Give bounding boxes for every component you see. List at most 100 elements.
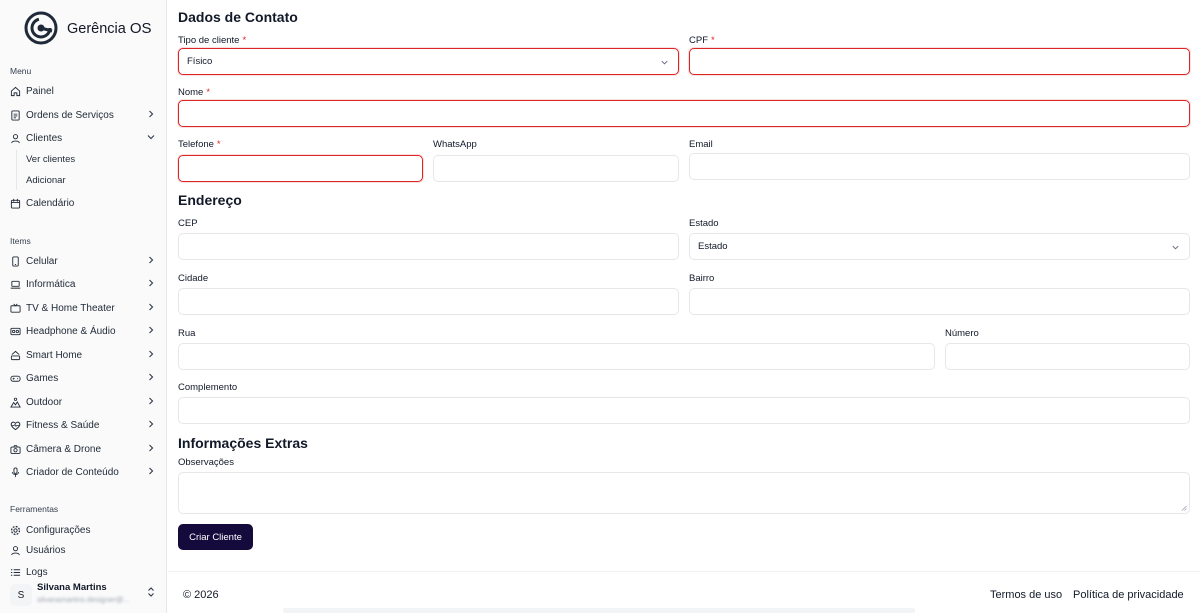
items-group-label: Items bbox=[10, 236, 31, 246]
menu-group-label: Menu bbox=[10, 66, 32, 76]
sidebar-item-label: Headphone & Áudio bbox=[26, 325, 116, 337]
user-name: Silvana Martins bbox=[37, 582, 107, 593]
cidade-input[interactable] bbox=[178, 288, 679, 315]
user-icon bbox=[10, 545, 21, 556]
chevron-right-icon bbox=[149, 467, 154, 475]
sidebar-item-label: Celular bbox=[26, 255, 58, 267]
sidebar-item-label: Fitness & Saúde bbox=[26, 419, 100, 431]
avatar: S bbox=[10, 584, 32, 606]
app-logo[interactable]: Gerência OS bbox=[24, 11, 152, 45]
sidebar-item-camera[interactable]: Câmera & Drone bbox=[10, 439, 156, 459]
email-input[interactable] bbox=[689, 153, 1190, 180]
sidebar-item-ordens[interactable]: Ordens de Serviços bbox=[10, 105, 156, 125]
sidebar-item-clientes[interactable]: Clientes bbox=[10, 128, 156, 148]
home-icon bbox=[10, 86, 21, 97]
sidebar-subitem-ver-clientes[interactable]: Ver clientes bbox=[26, 154, 75, 165]
cpf-input[interactable] bbox=[689, 48, 1190, 75]
sidebar-item-outdoor[interactable]: Outdoor bbox=[10, 392, 156, 412]
cidade-label: Cidade bbox=[178, 273, 209, 284]
chevron-down-icon bbox=[1172, 245, 1179, 250]
numero-input[interactable] bbox=[945, 343, 1190, 370]
estado-select[interactable]: Estado bbox=[689, 233, 1190, 260]
bairro-input[interactable] bbox=[689, 288, 1190, 315]
camera-icon bbox=[10, 444, 21, 455]
sidebar-item-criador[interactable]: Criador de Conteúdo bbox=[10, 462, 156, 482]
list-icon bbox=[10, 567, 21, 578]
main-content: Dados de Contato Tipo de cliente * Físico… bbox=[168, 0, 1200, 613]
terms-link[interactable]: Termos de uso bbox=[990, 589, 1062, 601]
sidebar-item-tv[interactable]: TV & Home Theater bbox=[10, 298, 156, 318]
sidebar-item-label: Informática bbox=[26, 278, 76, 290]
resize-grip-icon[interactable] bbox=[1181, 505, 1187, 511]
gear-icon bbox=[10, 525, 21, 536]
sidebar-subitem-adicionar[interactable]: Adicionar bbox=[26, 175, 66, 186]
sidebar-item-calendario[interactable]: Calendário bbox=[10, 193, 156, 213]
chevron-right-icon bbox=[149, 110, 154, 118]
privacy-link[interactable]: Política de privacidade bbox=[1073, 589, 1184, 601]
sidebar-item-configuracoes[interactable]: Configurações bbox=[10, 520, 156, 540]
sidebar-item-painel[interactable]: Painel bbox=[10, 81, 156, 101]
chevron-down-icon bbox=[661, 60, 668, 65]
sidebar-item-label: Criador de Conteúdo bbox=[26, 466, 119, 478]
rua-input[interactable] bbox=[178, 343, 935, 370]
speaker-icon bbox=[10, 326, 21, 337]
sidebar-item-label: Ordens de Serviços bbox=[26, 109, 114, 121]
sidebar-item-label: Games bbox=[26, 372, 59, 384]
sidebar-item-fitness[interactable]: Fitness & Saúde bbox=[10, 415, 156, 435]
submenu-line bbox=[16, 150, 17, 190]
tools-group-label: Ferramentas bbox=[10, 504, 59, 514]
sidebar-item-label: Outdoor bbox=[26, 396, 63, 408]
document-icon bbox=[10, 109, 21, 121]
sidebar-item-label: Clientes bbox=[26, 132, 63, 144]
chevron-right-icon bbox=[149, 397, 154, 405]
telefone-input[interactable] bbox=[178, 155, 423, 182]
sidebar-item-headphone[interactable]: Headphone & Áudio bbox=[10, 321, 156, 341]
bottom-scroll-hint bbox=[283, 608, 915, 613]
chevron-right-icon bbox=[149, 420, 154, 428]
sidebar-item-label: TV & Home Theater bbox=[26, 302, 115, 314]
chevron-right-icon bbox=[149, 326, 154, 334]
laptop-icon bbox=[10, 279, 21, 290]
logo-icon bbox=[24, 11, 58, 45]
complemento-label: Complemento bbox=[178, 382, 238, 393]
sidebar-item-label: Câmera & Drone bbox=[26, 443, 102, 455]
sidebar-item-informatica[interactable]: Informática bbox=[10, 274, 156, 294]
nome-input[interactable] bbox=[178, 100, 1190, 127]
chevron-right-icon bbox=[149, 279, 154, 287]
bairro-label: Bairro bbox=[689, 273, 715, 284]
chevron-right-icon bbox=[149, 303, 154, 311]
chevron-down-icon bbox=[147, 135, 155, 140]
smart-home-icon bbox=[10, 350, 21, 361]
estado-value: Estado bbox=[698, 241, 728, 252]
tipo-cliente-label: Tipo de cliente * bbox=[178, 35, 247, 46]
footer-divider bbox=[168, 571, 1200, 572]
observacoes-textarea[interactable] bbox=[178, 472, 1190, 514]
sidebar-item-label: Logs bbox=[26, 566, 48, 578]
address-section-title: Endereço bbox=[178, 192, 242, 208]
cep-input[interactable] bbox=[178, 233, 679, 260]
heart-pulse-icon bbox=[10, 420, 21, 431]
gamepad-icon bbox=[10, 373, 21, 384]
whatsapp-input[interactable] bbox=[433, 155, 679, 182]
extras-section-title: Informações Extras bbox=[178, 435, 308, 451]
complemento-input[interactable] bbox=[178, 397, 1190, 424]
calendar-icon bbox=[10, 198, 21, 209]
sidebar-item-label: Painel bbox=[26, 85, 54, 97]
whatsapp-label: WhatsApp bbox=[433, 139, 477, 150]
chevron-right-icon bbox=[149, 256, 154, 264]
outdoor-icon bbox=[10, 397, 21, 408]
sidebar-item-label: Smart Home bbox=[26, 349, 83, 361]
tipo-cliente-select[interactable]: Físico bbox=[178, 48, 679, 75]
create-client-button[interactable]: Criar Cliente bbox=[178, 524, 253, 550]
user-email: silvanamartins.designer@... bbox=[37, 595, 130, 604]
sidebar-item-games[interactable]: Games bbox=[10, 368, 156, 388]
rua-label: Rua bbox=[178, 328, 196, 339]
sidebar-item-celular[interactable]: Celular bbox=[10, 251, 156, 271]
tv-icon bbox=[10, 303, 21, 314]
sidebar-item-usuarios[interactable]: Usuários bbox=[10, 540, 156, 560]
logo-text: Gerência OS bbox=[67, 19, 152, 37]
sidebar-item-label: Calendário bbox=[26, 197, 75, 209]
chevrons-up-down-icon[interactable] bbox=[146, 586, 156, 598]
copyright: © 2026 bbox=[183, 589, 219, 601]
sidebar-item-smart-home[interactable]: Smart Home bbox=[10, 345, 156, 365]
